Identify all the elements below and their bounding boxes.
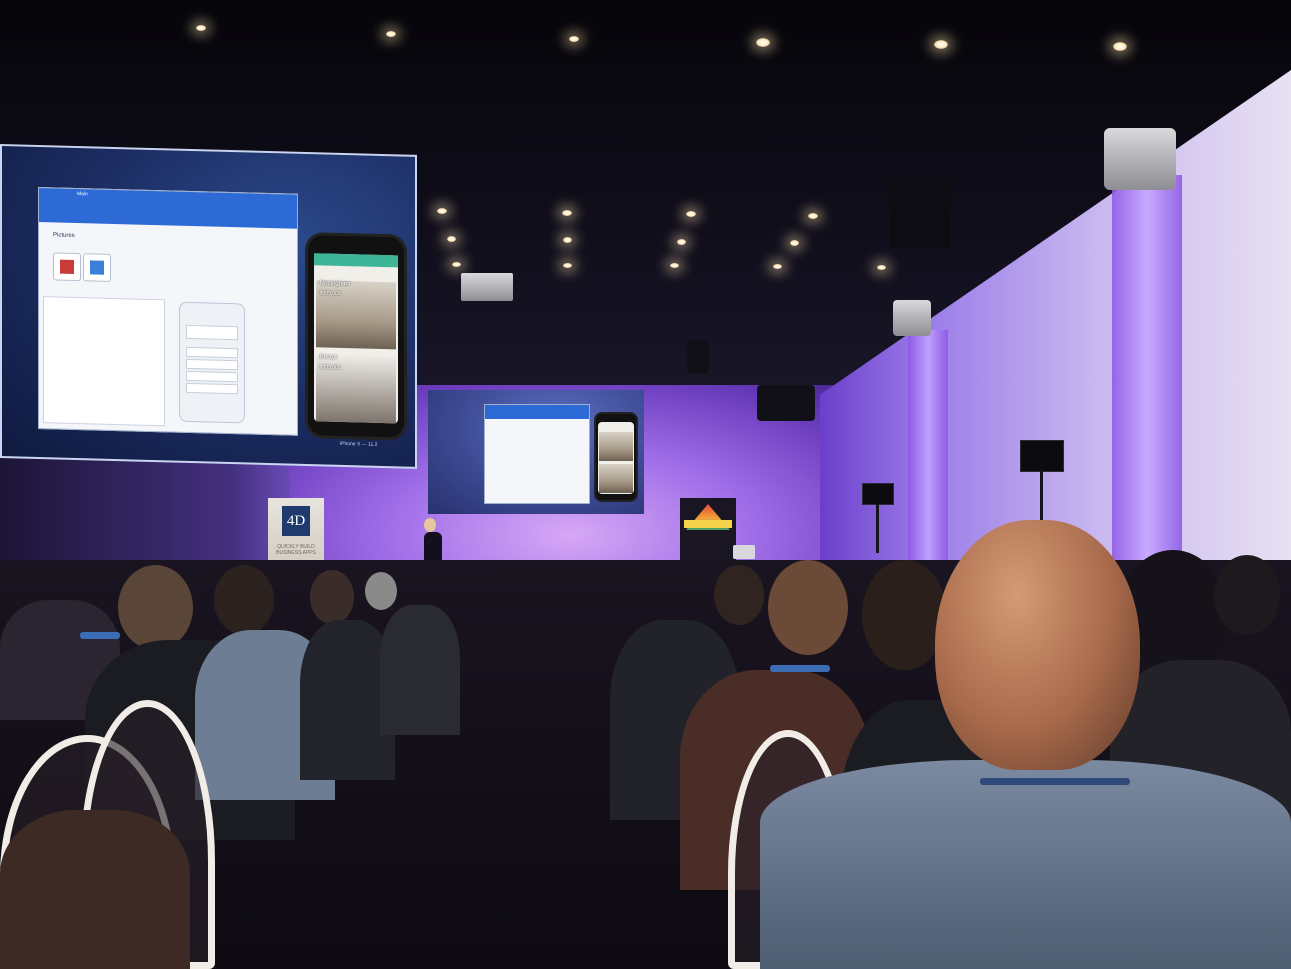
listing-price: $335,000 bbox=[319, 364, 341, 371]
ceiling-light bbox=[563, 237, 572, 243]
summit-logo-band bbox=[684, 520, 732, 528]
4d-logo: 4D bbox=[282, 506, 310, 536]
wall-speaker bbox=[1104, 128, 1176, 190]
app-tab-label: Main bbox=[77, 191, 88, 198]
ceiling-light bbox=[563, 263, 572, 268]
stage-spotlight bbox=[890, 178, 950, 248]
audience-head bbox=[310, 570, 354, 624]
ceiling-light bbox=[437, 208, 447, 214]
wall-pillar bbox=[1112, 175, 1182, 575]
audience-head bbox=[1214, 555, 1280, 635]
wall-speaker bbox=[893, 300, 931, 336]
banner-tagline: QUICKLY BUILD BUSINESS APPS bbox=[276, 544, 316, 556]
ceiling-light bbox=[386, 31, 396, 37]
ceiling-light bbox=[196, 25, 206, 31]
summit-banner bbox=[680, 498, 736, 568]
listing-photo bbox=[599, 463, 633, 493]
app-window: Main Pictures bbox=[38, 186, 298, 436]
app-title-bar bbox=[485, 405, 589, 419]
phone-screen: Nottingham $395,000 Bristol $335,000 bbox=[313, 253, 399, 424]
ceiling-light bbox=[808, 213, 818, 219]
ceiling-light bbox=[677, 239, 686, 245]
phone-simulator: Nottingham $395,000 Bristol $335,000 bbox=[305, 231, 407, 441]
stage-spotlight bbox=[757, 385, 815, 421]
listing-price: $395,000 bbox=[319, 290, 341, 297]
audience-head bbox=[365, 572, 397, 610]
wall-pillar bbox=[908, 330, 948, 570]
foreground-attendee-head bbox=[935, 520, 1140, 770]
audience-head bbox=[714, 565, 764, 625]
field-list-panel bbox=[43, 296, 165, 427]
foreground-attendee-shoulders bbox=[760, 760, 1291, 969]
lanyard bbox=[770, 665, 830, 672]
phone-simulator-small bbox=[594, 412, 638, 502]
presenter-head bbox=[424, 518, 436, 532]
foreground-attendee-lanyard bbox=[980, 778, 1130, 785]
speaker-stand bbox=[876, 503, 879, 553]
ceiling-light bbox=[790, 240, 799, 246]
ceiling-light bbox=[447, 236, 456, 242]
device-caption: iPhone X — 11.2 bbox=[340, 440, 378, 448]
stage-speaker bbox=[1020, 440, 1064, 472]
phone-screen bbox=[598, 421, 634, 494]
file-icon[interactable] bbox=[83, 253, 111, 282]
stage-speaker bbox=[862, 483, 894, 505]
ceiling-light bbox=[686, 211, 696, 217]
listing-title: Nottingham bbox=[319, 280, 351, 288]
ceiling-light bbox=[670, 263, 679, 268]
ceiling-light bbox=[877, 265, 886, 270]
audience-head bbox=[768, 560, 848, 655]
audience-head bbox=[118, 565, 193, 650]
ceiling-projector bbox=[461, 273, 513, 301]
main-projection-screen: Main Pictures Nottingham $395,000 Bristo… bbox=[0, 144, 417, 469]
listing-photo bbox=[599, 431, 633, 461]
ceiling-light bbox=[569, 36, 579, 42]
stage-spotlight bbox=[687, 340, 709, 374]
app-window-small bbox=[484, 404, 590, 504]
listing-title: Bristol bbox=[319, 354, 337, 361]
ceiling-light bbox=[1113, 42, 1127, 51]
phone-preview-panel bbox=[179, 301, 245, 424]
pdf-icon[interactable] bbox=[53, 252, 81, 282]
audience-member bbox=[380, 605, 460, 735]
app-section-label: Pictures bbox=[53, 232, 75, 239]
ceiling-light bbox=[773, 264, 782, 269]
ceiling-light bbox=[756, 38, 770, 47]
audience-head bbox=[214, 565, 274, 635]
lanyard bbox=[80, 632, 120, 639]
ceiling-light bbox=[452, 262, 461, 267]
audience-member bbox=[0, 810, 190, 969]
stage-projection-screen bbox=[428, 390, 644, 514]
ceiling-light bbox=[562, 210, 572, 216]
phone-nav-bar bbox=[313, 253, 399, 268]
laptop bbox=[733, 545, 755, 559]
ceiling-light bbox=[934, 40, 948, 49]
